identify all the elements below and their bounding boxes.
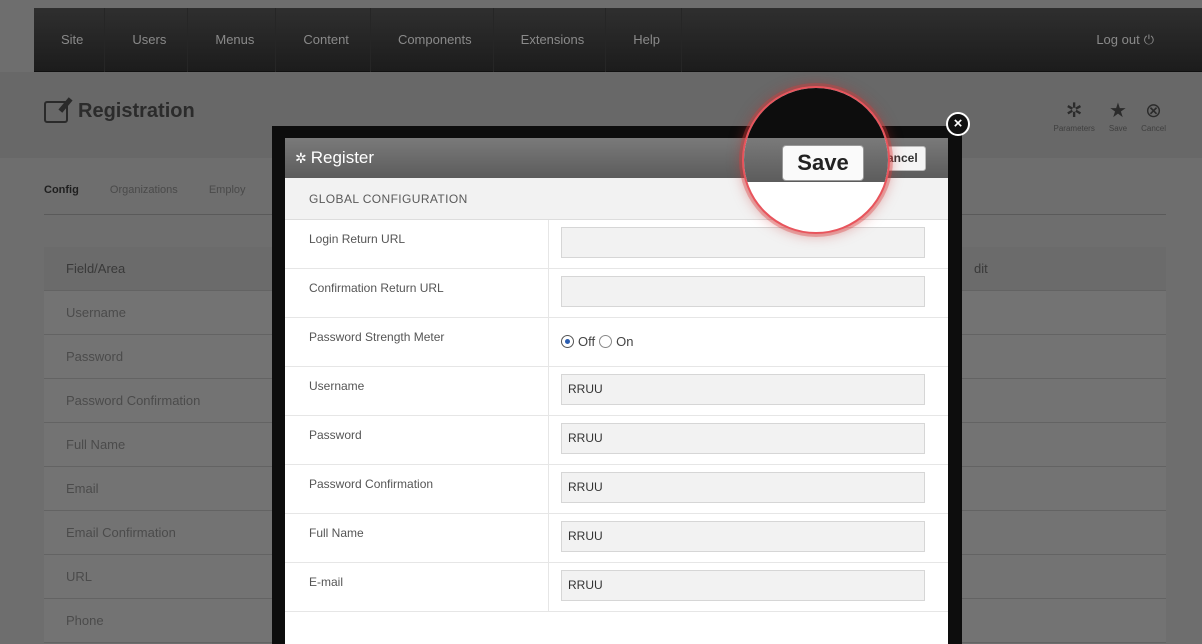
power-icon: ⏻ [1143,32,1154,47]
password-confirmation-input[interactable]: RRUU [561,472,925,503]
radio-on-label: On [616,334,634,349]
parameters-label: Parameters [1053,124,1095,133]
table-row [960,379,1166,423]
nav-item-site[interactable]: Site [34,8,106,72]
main-menu: Site Users Menus Content Components Exte… [34,8,682,72]
username-label: Username [285,367,549,415]
cancel-toolbar-button[interactable]: ⊗ Cancel [1141,98,1166,133]
field-row: Email [44,467,274,511]
page-title-text: Registration [78,100,195,122]
nav-item-components[interactable]: Components [371,8,494,72]
edit-icon [44,100,68,123]
gear-icon: ✲ [295,150,307,166]
modal-title-text: Register [310,148,375,167]
login-return-url-input[interactable] [561,227,925,258]
modal-title: ✲ Register [295,138,374,178]
field-row: Email Confirmation [44,511,274,555]
top-navbar: Site Users Menus Content Components Exte… [34,8,1202,72]
parameters-button[interactable]: ✲ Parameters [1054,98,1095,133]
nav-item-users[interactable]: Users [105,8,189,72]
field-row: Username [44,291,274,335]
field-row: Password Confirmation [44,379,274,423]
save-label: Save [1108,124,1128,133]
table-row [960,599,1166,643]
form-row-confirmation-return-url: Confirmation Return URL [285,269,948,318]
tab-config[interactable]: Config [44,184,79,196]
table-row [960,511,1166,555]
nav-item-content[interactable]: Content [276,8,371,72]
email-input[interactable]: RRUU [561,570,925,601]
table-row [960,555,1166,599]
field-row: Phone [44,599,274,643]
table-row [960,335,1166,379]
left-edge [0,8,34,72]
nav-item-extensions[interactable]: Extensions [494,8,607,72]
field-list: Field/Area Username Password Password Co… [44,247,274,643]
magnified-frame [744,88,888,138]
form-row-password-confirmation: Password Confirmation RRUU [285,465,948,514]
form-row-login-return-url: Login Return URL [285,220,948,269]
logout-link[interactable]: Log out ⏻ [1096,8,1154,72]
password-label: Password [285,416,549,464]
table-row [960,423,1166,467]
gear-icon: ✲ [1065,100,1083,122]
subtabs: Config Organizations Employ [44,184,274,196]
save-toolbar-button[interactable]: ★ Save [1109,98,1127,133]
field-header: Field/Area [44,247,274,291]
star-icon: ★ [1109,100,1127,122]
cancel-button[interactable]: Cancel [884,146,926,171]
tab-organizations[interactable]: Organizations [110,184,178,196]
password-input[interactable]: RRUU [561,423,925,454]
username-input[interactable]: RRUU [561,374,925,405]
radio-off[interactable] [561,335,574,348]
password-confirmation-label: Password Confirmation [285,465,549,513]
cancel-icon: ⊗ [1145,100,1162,122]
form-row-full-name: Full Name RRUU [285,514,948,563]
cancel-label: Cancel [1141,124,1166,133]
save-highlight-circle: Save [742,86,890,234]
password-strength-meter-label: Password Strength Meter [285,318,549,366]
toolbar: ✲ Parameters ★ Save ⊗ Cancel [1054,98,1167,133]
radio-off-label: Off [578,334,596,349]
full-name-label: Full Name [285,514,549,562]
form-row-username: Username RRUU [285,367,948,416]
radio-on[interactable] [599,335,613,348]
email-label: E-mail [285,563,549,611]
field-row: Password [44,335,274,379]
form-row-password: Password RRUU [285,416,948,465]
page-title: Registration [44,100,195,123]
nav-item-help[interactable]: Help [606,8,682,72]
confirmation-return-url-input[interactable] [561,276,925,307]
table-row [960,467,1166,511]
field-row: Full Name [44,423,274,467]
column-header: dit [960,247,1166,291]
field-row: URL [44,555,274,599]
full-name-input[interactable]: RRUU [561,521,925,552]
close-icon[interactable]: × [946,112,970,136]
field-options-column: dit [960,247,1166,643]
form-row-password-strength-meter: Password Strength Meter Off On [285,318,948,367]
logout-label: Log out [1096,32,1140,47]
confirmation-return-url-label: Confirmation Return URL [285,269,549,317]
nav-item-menus[interactable]: Menus [188,8,277,72]
save-button[interactable]: Save [782,145,864,181]
form-row-email: E-mail RRUU [285,563,948,612]
table-row [960,291,1166,335]
login-return-url-label: Login Return URL [285,220,549,268]
password-strength-radio-group: Off On [561,325,948,349]
tab-employ[interactable]: Employ [209,184,246,196]
